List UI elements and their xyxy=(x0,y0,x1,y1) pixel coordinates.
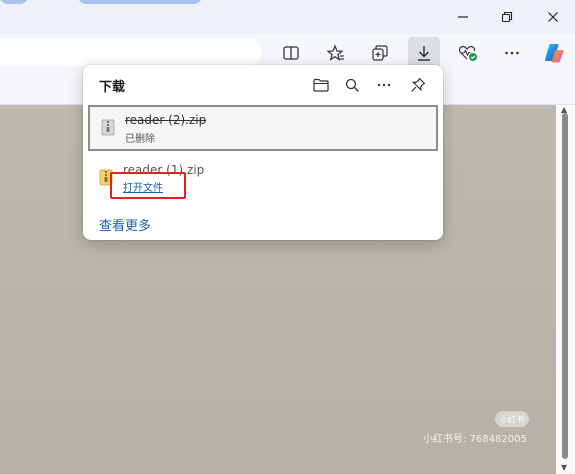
more-icon xyxy=(505,51,519,55)
download-item[interactable]: reader (2).zip 已删除 xyxy=(88,105,438,151)
close-button[interactable] xyxy=(541,6,565,28)
browser-essentials-icon xyxy=(458,45,477,61)
browser-tab[interactable] xyxy=(0,0,28,4)
pin-icon xyxy=(411,77,426,92)
downloads-title: 下载 xyxy=(99,80,126,95)
scroll-thumb[interactable] xyxy=(562,113,568,459)
scroll-down-icon[interactable]: ▼ xyxy=(561,463,567,472)
restore-button[interactable] xyxy=(495,6,519,28)
browser-tab[interactable] xyxy=(78,0,202,4)
minimize-icon xyxy=(458,16,468,18)
address-bar[interactable] xyxy=(0,38,262,66)
watermark-badge: 小红书 xyxy=(495,411,529,427)
see-more-link[interactable]: 查看更多 xyxy=(99,215,151,234)
search-downloads-button[interactable] xyxy=(339,73,365,97)
search-icon xyxy=(345,78,359,92)
copilot-button[interactable] xyxy=(538,37,570,69)
highlight-annotation xyxy=(110,172,186,199)
close-icon xyxy=(548,12,558,22)
minimize-button[interactable] xyxy=(451,6,475,28)
split-screen-icon xyxy=(283,46,299,60)
zip-file-icon xyxy=(101,119,115,136)
file-name: reader (2).zip xyxy=(125,113,207,127)
copilot-icon xyxy=(544,44,564,63)
open-folder-button[interactable] xyxy=(308,73,334,97)
restore-icon xyxy=(501,11,513,23)
vertical-scrollbar[interactable]: ▲ ▼ xyxy=(556,105,575,474)
file-status: 已删除 xyxy=(125,134,155,145)
pin-button[interactable] xyxy=(405,73,431,97)
more-button[interactable] xyxy=(496,37,528,69)
more-icon xyxy=(377,83,391,87)
download-icon xyxy=(418,46,430,61)
watermark-text: 小红书号: 768482005 xyxy=(423,434,527,445)
favorites-icon xyxy=(327,44,344,61)
title-bar xyxy=(0,0,575,34)
downloads-more-button[interactable] xyxy=(371,73,397,97)
collections-icon xyxy=(372,45,388,61)
downloads-panel: 下载 reader (2).zip 已删除 reader (1).zip 打开文… xyxy=(83,65,443,240)
browser-essentials-button[interactable] xyxy=(452,37,484,69)
open-folder-icon xyxy=(313,78,329,92)
